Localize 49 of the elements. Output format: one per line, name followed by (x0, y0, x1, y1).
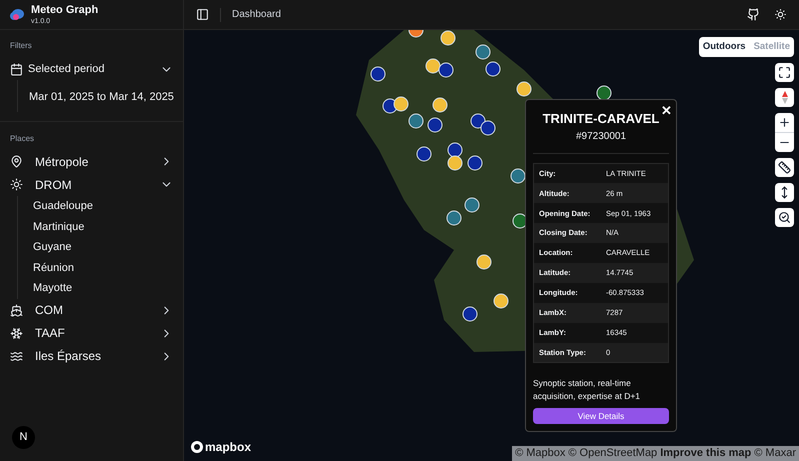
pin-icon (10, 155, 23, 168)
sidebar-toggle-icon[interactable] (196, 8, 209, 21)
section-heading: Places (9, 133, 36, 145)
close-button[interactable]: ✕ (661, 101, 672, 120)
station-description: Synoptic station, real-time acquisition, expertise at D+1 (533, 377, 642, 404)
attribution-link[interactable]: Improve this map (660, 445, 752, 461)
waves-icon (10, 350, 23, 362)
map-control-button[interactable] (775, 158, 794, 178)
compass-button[interactable] (775, 88, 794, 108)
sidebar-item[interactable]: TAAF (2, 322, 181, 344)
view-details-button[interactable]: View Details (533, 408, 669, 424)
breadcrumb[interactable]: Dashboard (232, 7, 281, 22)
sidebar-item[interactable]: DROM (2, 173, 181, 196)
mapbox-logo-icon (191, 441, 203, 453)
sidebar-subitem[interactable]: Réunion (33, 258, 181, 278)
map-control-button[interactable] (775, 208, 794, 228)
fullscreen-icon (778, 66, 791, 80)
ruler-icon (778, 161, 791, 174)
compass-icon (782, 91, 788, 104)
map-style-tab[interactable]: Outdoors (702, 40, 746, 54)
station-id: #97230001 (576, 130, 626, 144)
sidebar-item[interactable]: Iles Éparses (2, 344, 181, 368)
sidebar-subitem[interactable]: Mayotte (33, 278, 181, 298)
ship-icon (10, 304, 23, 316)
attribution-link[interactable]: © Mapbox (515, 445, 566, 461)
zoom-in-icon[interactable] (778, 116, 791, 130)
attribution-link[interactable]: © Maxar (754, 445, 796, 461)
sidebar-subitem[interactable]: Guyane (33, 237, 181, 258)
section-heading: Filters (9, 40, 33, 52)
snowflake-icon (10, 326, 23, 340)
period-selector[interactable]: Selected period (2, 58, 181, 80)
period-value: Mar 01, 2025 to Mar 14, 2025 (29, 91, 174, 103)
map-control-button[interactable] (775, 63, 794, 82)
attribution-link[interactable]: © OpenStreetMap (568, 445, 658, 461)
theme-toggle-icon[interactable] (774, 8, 787, 21)
map-control-button[interactable] (775, 183, 794, 202)
mapbox-logo: mapbox (205, 439, 252, 456)
station-title: TRINITE-CARAVEL (542, 110, 660, 128)
sun-icon (10, 178, 23, 191)
sidebar-subitem[interactable]: Martinique (33, 216, 181, 237)
sidebar-item[interactable]: COM (2, 298, 181, 322)
sidebar-item[interactable]: Métropole (2, 150, 181, 173)
cloud-logo-icon (9, 8, 25, 22)
calendar-icon (10, 62, 23, 76)
avatar-badge[interactable]: N (12, 426, 35, 449)
sidebar-subitem[interactable]: Guadeloupe (33, 196, 181, 216)
search-icon (778, 211, 791, 224)
app-name: Meteo Graph (31, 4, 98, 16)
github-icon[interactable] (747, 8, 760, 21)
